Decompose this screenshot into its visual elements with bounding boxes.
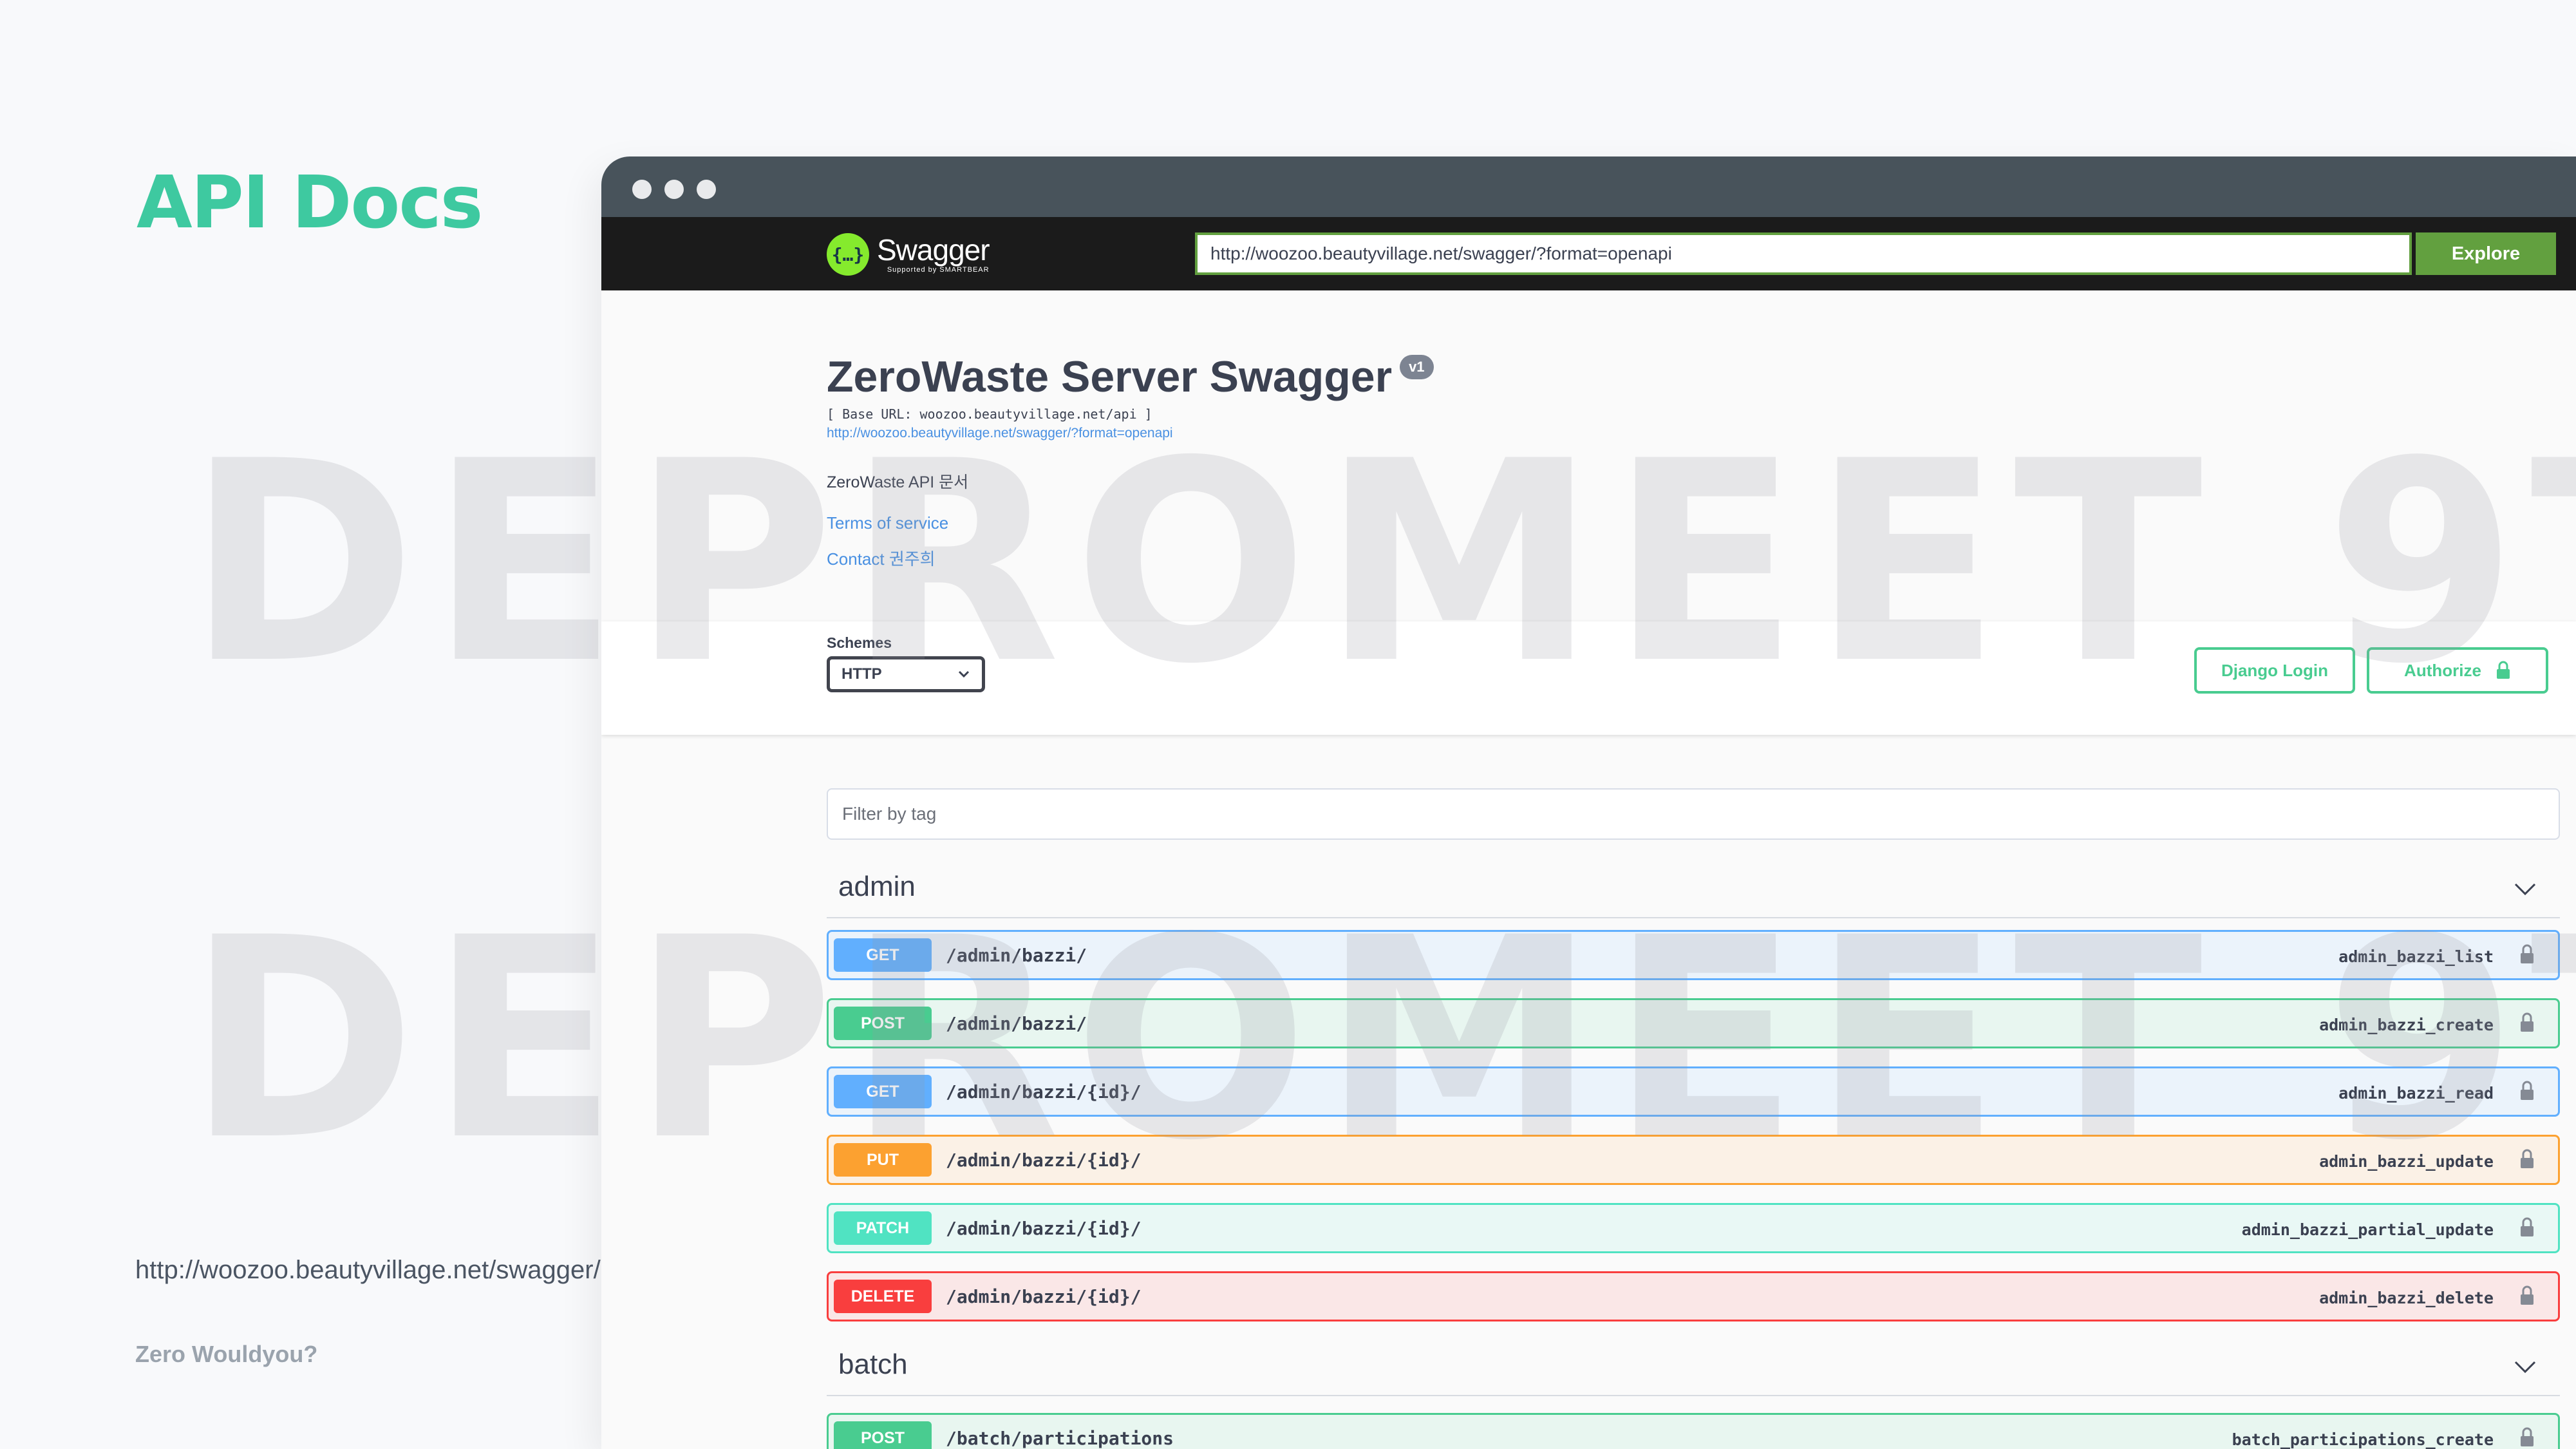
tag-name: batch: [838, 1349, 908, 1380]
operation-row[interactable]: POST /admin/bazzi/ admin_bazzi_create: [827, 998, 2560, 1048]
schemes-select[interactable]: HTTP: [827, 656, 985, 692]
method-badge: POST: [834, 1421, 932, 1449]
lock-icon[interactable]: [2519, 1012, 2535, 1034]
lock-icon: [2496, 661, 2511, 680]
chevron-down-icon: [958, 670, 970, 678]
operation-id: admin_bazzi_delete: [2319, 1289, 2494, 1307]
chevron-down-icon[interactable]: [2514, 1360, 2537, 1374]
tag-name: admin: [838, 871, 916, 902]
api-title: ZeroWaste Server Swagger: [827, 352, 1393, 401]
operation-path: /admin/bazzi/: [946, 945, 1087, 966]
window-dot-icon[interactable]: [697, 180, 716, 199]
slide-title: API Docs: [136, 161, 483, 245]
operation-id: admin_bazzi_list: [2338, 947, 2494, 966]
method-badge: PATCH: [834, 1211, 932, 1245]
operation-path: /admin/bazzi/{id}/: [946, 1286, 1142, 1307]
lock-icon[interactable]: [2519, 1080, 2535, 1102]
authorize-button[interactable]: Authorize: [2367, 647, 2548, 694]
method-badge: DELETE: [834, 1280, 932, 1313]
window-title-bar: [601, 156, 2576, 217]
scheme-container: Schemes HTTP Django Login Authorize: [601, 621, 2576, 735]
window-dot-icon[interactable]: [632, 180, 652, 199]
chevron-down-icon[interactable]: [2514, 882, 2537, 896]
lock-icon[interactable]: [2519, 1426, 2535, 1448]
operation-path: /admin/bazzi/: [946, 1013, 1087, 1034]
slide-url-text: http://woozoo.beautyvillage.net/swagger/: [135, 1256, 601, 1284]
operation-row[interactable]: POST /batch/participations batch_partici…: [827, 1413, 2560, 1449]
slide-subtitle: Zero Wouldyou?: [135, 1341, 318, 1367]
filter-by-tag-input[interactable]: [827, 788, 2560, 840]
operation-path: /batch/participations: [946, 1428, 1174, 1449]
terms-of-service-link[interactable]: Terms of service: [827, 513, 2501, 533]
lock-icon[interactable]: [2519, 1285, 2535, 1307]
operation-path: /admin/bazzi/{id}/: [946, 1218, 1142, 1239]
swagger-brand: Swagger: [877, 233, 990, 267]
operation-row[interactable]: DELETE /admin/bazzi/{id}/ admin_bazzi_de…: [827, 1271, 2560, 1321]
schemes-selected-value: HTTP: [841, 665, 882, 683]
operation-id: admin_bazzi_update: [2319, 1152, 2494, 1171]
method-badge: POST: [834, 1007, 932, 1040]
lock-icon[interactable]: [2519, 1148, 2535, 1170]
method-badge: PUT: [834, 1143, 932, 1177]
django-login-button[interactable]: Django Login: [2194, 647, 2355, 694]
window-dot-icon[interactable]: [664, 180, 684, 199]
contact-link[interactable]: Contact 권주희: [827, 546, 2501, 570]
browser-window: {…} Swagger Supported by SMARTBEAR Explo…: [601, 156, 2576, 1449]
operation-row[interactable]: PUT /admin/bazzi/{id}/ admin_bazzi_updat…: [827, 1135, 2560, 1185]
schemes-label: Schemes: [827, 634, 892, 651]
swagger-brand-sub: Supported by SMARTBEAR: [887, 266, 990, 274]
operation-id: admin_bazzi_create: [2319, 1016, 2494, 1034]
tag-section-batch[interactable]: batch: [827, 1338, 2560, 1396]
operation-path: /admin/bazzi/{id}/: [946, 1081, 1142, 1103]
operation-id: admin_bazzi_partial_update: [2241, 1220, 2494, 1239]
operation-row[interactable]: PATCH /admin/bazzi/{id}/ admin_bazzi_par…: [827, 1203, 2560, 1253]
lock-icon[interactable]: [2519, 1217, 2535, 1238]
api-description: ZeroWaste API 문서: [827, 473, 969, 491]
api-info: ZeroWaste Server Swagger v1 [ Base URL: …: [827, 350, 2501, 570]
django-login-label: Django Login: [2221, 660, 2329, 680]
spec-link[interactable]: http://woozoo.beautyvillage.net/swagger/…: [827, 426, 2501, 441]
method-badge: GET: [834, 1075, 932, 1108]
spec-url-input[interactable]: [1195, 232, 2412, 275]
operation-id: admin_bazzi_read: [2338, 1084, 2494, 1103]
swagger-logo-icon: {…}: [827, 233, 869, 276]
operation-path: /admin/bazzi/{id}/: [946, 1150, 1142, 1171]
operation-row[interactable]: GET /admin/bazzi/{id}/ admin_bazzi_read: [827, 1066, 2560, 1117]
version-badge: v1: [1400, 355, 1434, 379]
authorize-label: Authorize: [2404, 660, 2481, 680]
lock-icon[interactable]: [2519, 943, 2535, 965]
base-url: [ Base URL: woozoo.beautyvillage.net/api…: [827, 406, 1152, 422]
swagger-topbar: {…} Swagger Supported by SMARTBEAR Explo…: [601, 217, 2576, 290]
swagger-logo[interactable]: {…} Swagger Supported by SMARTBEAR: [827, 229, 990, 280]
operation-id: batch_participations_create: [2232, 1430, 2494, 1449]
explore-button[interactable]: Explore: [2416, 232, 2556, 275]
tag-section-admin[interactable]: admin: [827, 860, 2560, 918]
method-badge: GET: [834, 938, 932, 972]
operation-row[interactable]: GET /admin/bazzi/ admin_bazzi_list: [827, 930, 2560, 980]
